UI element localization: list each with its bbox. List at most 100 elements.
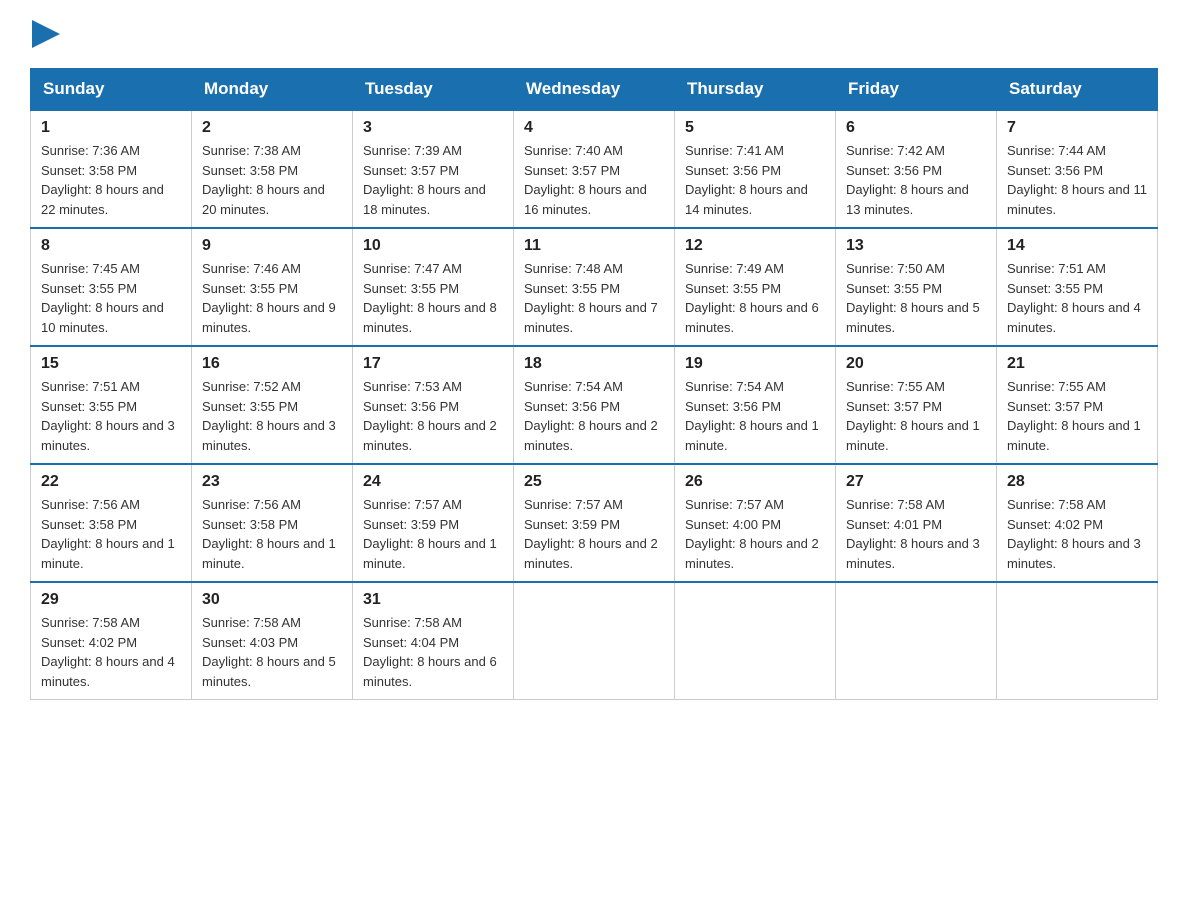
sunrise-label: Sunrise: 7:57 AM [524, 497, 623, 512]
day-info: Sunrise: 7:56 AM Sunset: 3:58 PM Dayligh… [202, 495, 342, 573]
calendar-cell: 9 Sunrise: 7:46 AM Sunset: 3:55 PM Dayli… [192, 228, 353, 346]
daylight-label: Daylight: 8 hours and 22 minutes. [41, 182, 164, 217]
calendar-cell: 11 Sunrise: 7:48 AM Sunset: 3:55 PM Dayl… [514, 228, 675, 346]
calendar-week-row: 22 Sunrise: 7:56 AM Sunset: 3:58 PM Dayl… [31, 464, 1158, 582]
day-number: 12 [685, 237, 825, 255]
calendar-cell: 24 Sunrise: 7:57 AM Sunset: 3:59 PM Dayl… [353, 464, 514, 582]
daylight-label: Daylight: 8 hours and 14 minutes. [685, 182, 808, 217]
logo [30, 20, 60, 48]
calendar-cell [836, 582, 997, 700]
day-header-tuesday: Tuesday [353, 69, 514, 111]
sunrise-label: Sunrise: 7:45 AM [41, 261, 140, 276]
day-info: Sunrise: 7:40 AM Sunset: 3:57 PM Dayligh… [524, 141, 664, 219]
sunrise-label: Sunrise: 7:58 AM [846, 497, 945, 512]
day-number: 14 [1007, 237, 1147, 255]
calendar-cell: 7 Sunrise: 7:44 AM Sunset: 3:56 PM Dayli… [997, 110, 1158, 228]
sunrise-label: Sunrise: 7:54 AM [685, 379, 784, 394]
calendar-cell: 10 Sunrise: 7:47 AM Sunset: 3:55 PM Dayl… [353, 228, 514, 346]
daylight-label: Daylight: 8 hours and 11 minutes. [1007, 182, 1147, 217]
calendar-cell: 29 Sunrise: 7:58 AM Sunset: 4:02 PM Dayl… [31, 582, 192, 700]
day-info: Sunrise: 7:52 AM Sunset: 3:55 PM Dayligh… [202, 377, 342, 455]
calendar-table: SundayMondayTuesdayWednesdayThursdayFrid… [30, 68, 1158, 700]
daylight-label: Daylight: 8 hours and 3 minutes. [202, 418, 336, 453]
day-number: 23 [202, 473, 342, 491]
sunset-label: Sunset: 3:55 PM [685, 281, 781, 296]
sunrise-label: Sunrise: 7:46 AM [202, 261, 301, 276]
calendar-cell: 30 Sunrise: 7:58 AM Sunset: 4:03 PM Dayl… [192, 582, 353, 700]
calendar-cell: 12 Sunrise: 7:49 AM Sunset: 3:55 PM Dayl… [675, 228, 836, 346]
daylight-label: Daylight: 8 hours and 4 minutes. [1007, 300, 1141, 335]
day-number: 15 [41, 355, 181, 373]
sunrise-label: Sunrise: 7:47 AM [363, 261, 462, 276]
sunrise-label: Sunrise: 7:55 AM [1007, 379, 1106, 394]
day-number: 21 [1007, 355, 1147, 373]
day-number: 4 [524, 119, 664, 137]
day-number: 20 [846, 355, 986, 373]
sunrise-label: Sunrise: 7:41 AM [685, 143, 784, 158]
sunrise-label: Sunrise: 7:51 AM [41, 379, 140, 394]
day-number: 28 [1007, 473, 1147, 491]
sunrise-label: Sunrise: 7:36 AM [41, 143, 140, 158]
daylight-label: Daylight: 8 hours and 6 minutes. [685, 300, 819, 335]
day-info: Sunrise: 7:58 AM Sunset: 4:02 PM Dayligh… [41, 613, 181, 691]
day-info: Sunrise: 7:57 AM Sunset: 4:00 PM Dayligh… [685, 495, 825, 573]
calendar-cell [997, 582, 1158, 700]
daylight-label: Daylight: 8 hours and 5 minutes. [846, 300, 980, 335]
day-info: Sunrise: 7:48 AM Sunset: 3:55 PM Dayligh… [524, 259, 664, 337]
sunrise-label: Sunrise: 7:52 AM [202, 379, 301, 394]
day-header-monday: Monday [192, 69, 353, 111]
day-number: 2 [202, 119, 342, 137]
sunset-label: Sunset: 3:57 PM [846, 399, 942, 414]
sunrise-label: Sunrise: 7:57 AM [363, 497, 462, 512]
sunrise-label: Sunrise: 7:51 AM [1007, 261, 1106, 276]
calendar-cell: 14 Sunrise: 7:51 AM Sunset: 3:55 PM Dayl… [997, 228, 1158, 346]
calendar-cell: 17 Sunrise: 7:53 AM Sunset: 3:56 PM Dayl… [353, 346, 514, 464]
day-info: Sunrise: 7:47 AM Sunset: 3:55 PM Dayligh… [363, 259, 503, 337]
logo-arrow-icon [32, 20, 60, 48]
calendar-cell: 27 Sunrise: 7:58 AM Sunset: 4:01 PM Dayl… [836, 464, 997, 582]
sunset-label: Sunset: 3:55 PM [524, 281, 620, 296]
day-info: Sunrise: 7:53 AM Sunset: 3:56 PM Dayligh… [363, 377, 503, 455]
day-info: Sunrise: 7:41 AM Sunset: 3:56 PM Dayligh… [685, 141, 825, 219]
calendar-cell: 25 Sunrise: 7:57 AM Sunset: 3:59 PM Dayl… [514, 464, 675, 582]
calendar-header: SundayMondayTuesdayWednesdayThursdayFrid… [31, 69, 1158, 111]
day-header-wednesday: Wednesday [514, 69, 675, 111]
daylight-label: Daylight: 8 hours and 2 minutes. [363, 418, 497, 453]
sunrise-label: Sunrise: 7:48 AM [524, 261, 623, 276]
day-number: 17 [363, 355, 503, 373]
sunset-label: Sunset: 3:57 PM [1007, 399, 1103, 414]
sunset-label: Sunset: 4:02 PM [41, 635, 137, 650]
daylight-label: Daylight: 8 hours and 20 minutes. [202, 182, 325, 217]
calendar-cell: 8 Sunrise: 7:45 AM Sunset: 3:55 PM Dayli… [31, 228, 192, 346]
sunrise-label: Sunrise: 7:42 AM [846, 143, 945, 158]
daylight-label: Daylight: 8 hours and 2 minutes. [524, 536, 658, 571]
sunrise-label: Sunrise: 7:53 AM [363, 379, 462, 394]
day-info: Sunrise: 7:55 AM Sunset: 3:57 PM Dayligh… [846, 377, 986, 455]
day-number: 29 [41, 591, 181, 609]
day-number: 8 [41, 237, 181, 255]
sunrise-label: Sunrise: 7:40 AM [524, 143, 623, 158]
sunset-label: Sunset: 3:55 PM [202, 281, 298, 296]
calendar-cell: 21 Sunrise: 7:55 AM Sunset: 3:57 PM Dayl… [997, 346, 1158, 464]
sunrise-label: Sunrise: 7:50 AM [846, 261, 945, 276]
daylight-label: Daylight: 8 hours and 4 minutes. [41, 654, 175, 689]
calendar-cell [675, 582, 836, 700]
sunrise-label: Sunrise: 7:49 AM [685, 261, 784, 276]
day-info: Sunrise: 7:57 AM Sunset: 3:59 PM Dayligh… [363, 495, 503, 573]
daylight-label: Daylight: 8 hours and 16 minutes. [524, 182, 647, 217]
day-number: 25 [524, 473, 664, 491]
day-info: Sunrise: 7:54 AM Sunset: 3:56 PM Dayligh… [524, 377, 664, 455]
calendar-cell: 23 Sunrise: 7:56 AM Sunset: 3:58 PM Dayl… [192, 464, 353, 582]
day-info: Sunrise: 7:51 AM Sunset: 3:55 PM Dayligh… [1007, 259, 1147, 337]
day-info: Sunrise: 7:57 AM Sunset: 3:59 PM Dayligh… [524, 495, 664, 573]
day-info: Sunrise: 7:58 AM Sunset: 4:02 PM Dayligh… [1007, 495, 1147, 573]
day-info: Sunrise: 7:49 AM Sunset: 3:55 PM Dayligh… [685, 259, 825, 337]
calendar-cell: 20 Sunrise: 7:55 AM Sunset: 3:57 PM Dayl… [836, 346, 997, 464]
sunset-label: Sunset: 3:55 PM [41, 399, 137, 414]
sunset-label: Sunset: 3:55 PM [363, 281, 459, 296]
day-number: 26 [685, 473, 825, 491]
daylight-label: Daylight: 8 hours and 8 minutes. [363, 300, 497, 335]
sunset-label: Sunset: 3:58 PM [41, 517, 137, 532]
day-header-sunday: Sunday [31, 69, 192, 111]
page-header [30, 20, 1158, 48]
